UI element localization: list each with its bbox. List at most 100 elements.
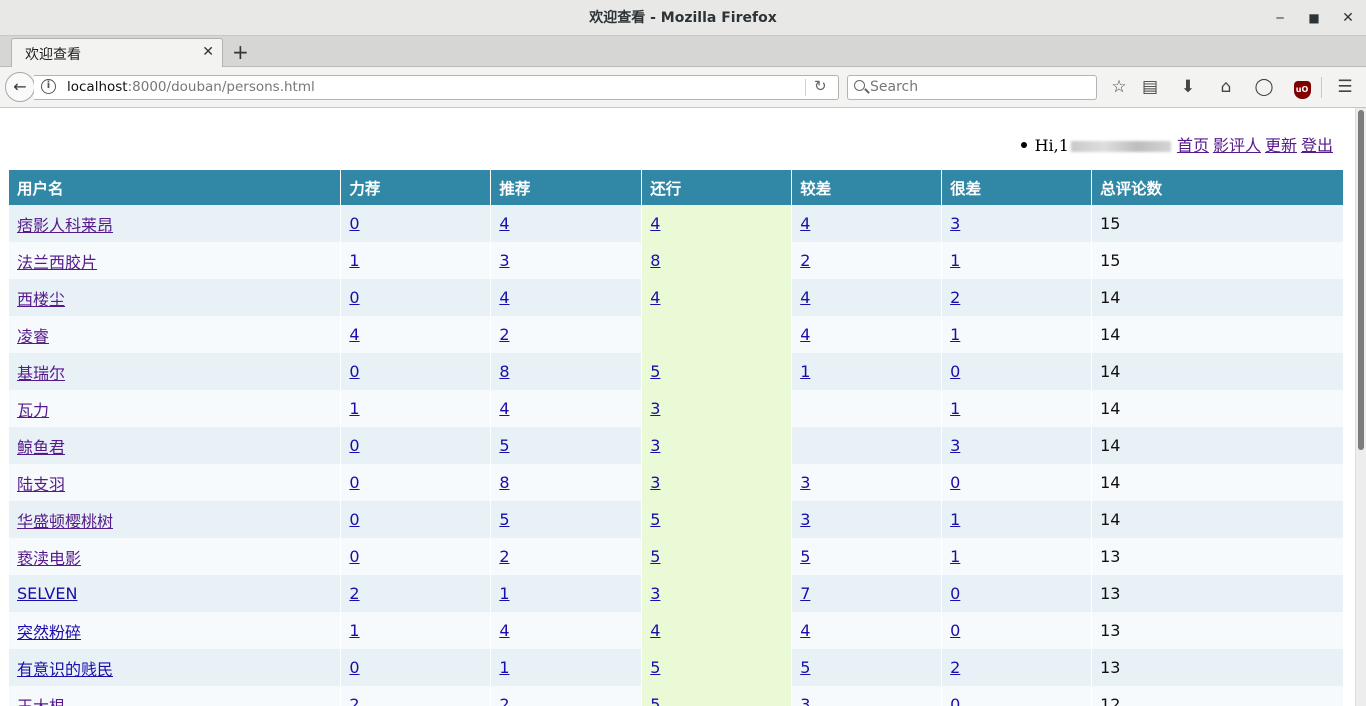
count-link[interactable]: 4 <box>800 214 810 233</box>
count-link[interactable]: 5 <box>650 547 660 566</box>
count-link[interactable]: 2 <box>349 584 359 603</box>
count-link[interactable]: 5 <box>650 362 660 381</box>
download-icon[interactable]: ⬇ <box>1177 76 1199 98</box>
count-link[interactable]: 1 <box>950 325 960 344</box>
info-icon[interactable]: i <box>41 79 56 94</box>
nav-link-update[interactable]: 更新 <box>1265 136 1297 155</box>
count-link[interactable]: 3 <box>650 399 660 418</box>
count-link[interactable]: 4 <box>650 214 660 233</box>
count-link[interactable]: 0 <box>349 473 359 492</box>
count-link[interactable]: 2 <box>800 251 810 270</box>
count-link[interactable]: 0 <box>950 695 960 706</box>
nav-link-logout[interactable]: 登出 <box>1301 136 1333 155</box>
reload-icon[interactable]: ↻ <box>814 77 827 95</box>
count-link[interactable]: 0 <box>349 214 359 233</box>
pocket-icon[interactable]: ◯ <box>1253 76 1275 98</box>
count-link[interactable]: 2 <box>349 695 359 706</box>
count-link[interactable]: 5 <box>650 695 660 706</box>
user-link[interactable]: 凌睿 <box>17 327 49 346</box>
user-link[interactable]: 基瑞尔 <box>17 364 65 383</box>
count-link[interactable]: 3 <box>800 473 810 492</box>
count-link[interactable]: 4 <box>650 621 660 640</box>
count-link[interactable]: 1 <box>349 621 359 640</box>
count-link[interactable]: 2 <box>950 288 960 307</box>
home-icon[interactable]: ⌂ <box>1215 76 1237 98</box>
user-link[interactable]: 西楼尘 <box>17 290 65 309</box>
search-input[interactable] <box>870 77 1090 97</box>
new-tab-icon[interactable]: + <box>232 40 249 64</box>
count-link[interactable]: 1 <box>950 399 960 418</box>
count-link[interactable]: 4 <box>499 288 509 307</box>
count-link[interactable]: 4 <box>800 621 810 640</box>
vertical-scrollbar[interactable] <box>1355 108 1366 706</box>
count-link[interactable]: 3 <box>800 510 810 529</box>
count-link[interactable]: 2 <box>499 547 509 566</box>
tab-close-icon[interactable]: ✕ <box>202 44 214 60</box>
user-link[interactable]: 法兰西胶片 <box>17 253 97 272</box>
user-link[interactable]: 鲸鱼君 <box>17 438 65 457</box>
count-link[interactable]: 0 <box>349 436 359 455</box>
user-link[interactable]: 亵渎电影 <box>17 549 81 568</box>
count-link[interactable]: 0 <box>950 584 960 603</box>
count-link[interactable]: 4 <box>800 325 810 344</box>
minimize-icon[interactable]: ─ <box>1270 8 1290 28</box>
count-link[interactable]: 0 <box>349 362 359 381</box>
count-link[interactable]: 3 <box>950 214 960 233</box>
count-link[interactable]: 1 <box>499 658 509 677</box>
user-link[interactable]: 有意识的贱民 <box>17 660 113 679</box>
count-link[interactable]: 1 <box>499 584 509 603</box>
count-link[interactable]: 1 <box>349 251 359 270</box>
ublock-icon[interactable]: uO <box>1291 76 1313 99</box>
count-link[interactable]: 5 <box>650 510 660 529</box>
user-link[interactable]: 突然粉碎 <box>17 623 81 642</box>
count-link[interactable]: 1 <box>950 547 960 566</box>
scrollbar-thumb[interactable] <box>1358 110 1364 450</box>
count-link[interactable]: 4 <box>499 399 509 418</box>
count-link[interactable]: 3 <box>650 473 660 492</box>
bookmark-star-icon[interactable]: ☆ <box>1108 76 1130 98</box>
maximize-icon[interactable]: ■ <box>1304 8 1324 28</box>
count-link[interactable]: 3 <box>499 251 509 270</box>
count-link[interactable]: 8 <box>499 362 509 381</box>
user-link[interactable]: 华盛顿樱桃树 <box>17 512 113 531</box>
count-link[interactable]: 7 <box>800 584 810 603</box>
count-link[interactable]: 0 <box>349 288 359 307</box>
close-window-icon[interactable]: ✕ <box>1338 8 1358 28</box>
count-link[interactable]: 0 <box>349 547 359 566</box>
count-link[interactable]: 3 <box>650 584 660 603</box>
count-link[interactable]: 1 <box>950 251 960 270</box>
tab-active[interactable]: 欢迎查看 ✕ <box>11 38 223 67</box>
count-link[interactable]: 5 <box>499 510 509 529</box>
count-link[interactable]: 1 <box>950 510 960 529</box>
count-link[interactable]: 1 <box>800 362 810 381</box>
count-link[interactable]: 3 <box>650 436 660 455</box>
count-link[interactable]: 4 <box>800 288 810 307</box>
nav-link-critics[interactable]: 影评人 <box>1213 136 1261 155</box>
count-link[interactable]: 0 <box>950 621 960 640</box>
search-bar[interactable] <box>847 75 1097 100</box>
user-link[interactable]: 瓦力 <box>17 401 49 420</box>
count-link[interactable]: 4 <box>349 325 359 344</box>
count-link[interactable]: 0 <box>950 473 960 492</box>
count-link[interactable]: 0 <box>349 658 359 677</box>
count-link[interactable]: 5 <box>499 436 509 455</box>
count-link[interactable]: 2 <box>950 658 960 677</box>
count-link[interactable]: 0 <box>950 362 960 381</box>
reading-list-icon[interactable]: ▤ <box>1139 76 1161 98</box>
user-link[interactable]: 陆支羽 <box>17 475 65 494</box>
count-link[interactable]: 5 <box>800 547 810 566</box>
count-link[interactable]: 1 <box>349 399 359 418</box>
count-link[interactable]: 0 <box>349 510 359 529</box>
nav-link-home[interactable]: 首页 <box>1177 136 1209 155</box>
hamburger-menu-icon[interactable]: ☰ <box>1334 76 1356 98</box>
count-link[interactable]: 5 <box>800 658 810 677</box>
count-link[interactable]: 4 <box>650 288 660 307</box>
count-link[interactable]: 2 <box>499 325 509 344</box>
user-link[interactable]: 王大根 <box>17 697 65 706</box>
user-link[interactable]: SELVEN <box>17 584 77 603</box>
url-bar[interactable]: i localhost:8000/douban/persons.html ↻ <box>34 75 839 100</box>
count-link[interactable]: 8 <box>499 473 509 492</box>
url-text[interactable]: localhost:8000/douban/persons.html <box>67 79 315 95</box>
count-link[interactable]: 4 <box>499 621 509 640</box>
count-link[interactable]: 3 <box>950 436 960 455</box>
